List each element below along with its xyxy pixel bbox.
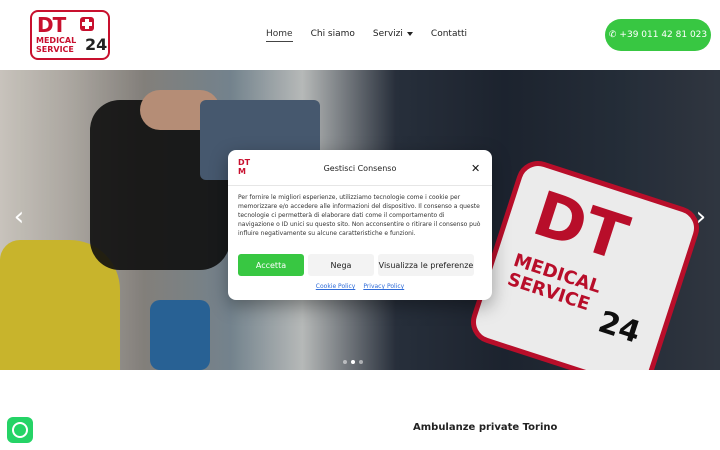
deny-button[interactable]: Nega [308,254,374,276]
main-nav: Home Chi siamo Servizi Contatti [266,29,485,42]
slider-dot[interactable] [343,360,347,364]
site-header: DT MEDICAL SERVICE 24 Home Chi siamo Serv… [0,0,720,70]
accept-button[interactable]: Accetta [238,254,304,276]
slider-next-button[interactable]: › [690,204,712,230]
slider-dots [343,360,363,364]
medical-cross-icon [80,17,94,31]
phone-number-label: +39 011 42 81 023 [619,30,708,40]
phone-call-button[interactable]: ✆ +39 011 42 81 023 [605,19,711,51]
nav-home[interactable]: Home [266,29,293,42]
privacy-policy-link[interactable]: Privacy Policy [363,283,404,290]
slider-dot-active[interactable] [351,360,355,364]
site-logo[interactable]: DT MEDICAL SERVICE 24 [30,10,110,60]
chevron-left-icon: ‹ [13,202,25,232]
nav-servizi[interactable]: Servizi [373,29,413,42]
chevron-right-icon: › [695,202,707,232]
whatsapp-button[interactable] [7,417,33,443]
consent-modal-text: Per fornire le migliori esperienze, util… [238,194,481,237]
nav-contatti[interactable]: Contatti [431,29,467,42]
close-icon[interactable]: ✕ [471,162,480,175]
whatsapp-icon [12,422,28,438]
consent-modal-title: Gestisci Consenso [323,164,397,173]
consent-modal: DT M Gestisci Consenso ✕ Per fornire le … [228,150,492,300]
consent-modal-header: DT M Gestisci Consenso ✕ [228,150,492,186]
consent-modal-buttons: Accetta Nega Visualizza le preferenze [238,254,474,276]
view-preferences-button[interactable]: Visualizza le preferenze [378,254,474,276]
cookie-policy-link[interactable]: Cookie Policy [316,283,356,290]
logo-medical-service-text: MEDICAL SERVICE [36,36,77,54]
consent-modal-links: Cookie Policy Privacy Policy [228,283,492,290]
slider-prev-button[interactable]: ‹ [8,204,30,230]
logo-dt-text: DT [37,13,66,37]
nav-chi-siamo[interactable]: Chi siamo [311,29,355,42]
phone-icon: ✆ [608,30,617,40]
nav-servizi-label: Servizi [372,29,403,39]
logo-24-text: 24 [85,35,108,54]
section-title: Ambulanze private Torino [413,422,558,433]
chevron-down-icon [406,31,413,36]
slider-dot[interactable] [359,360,363,364]
